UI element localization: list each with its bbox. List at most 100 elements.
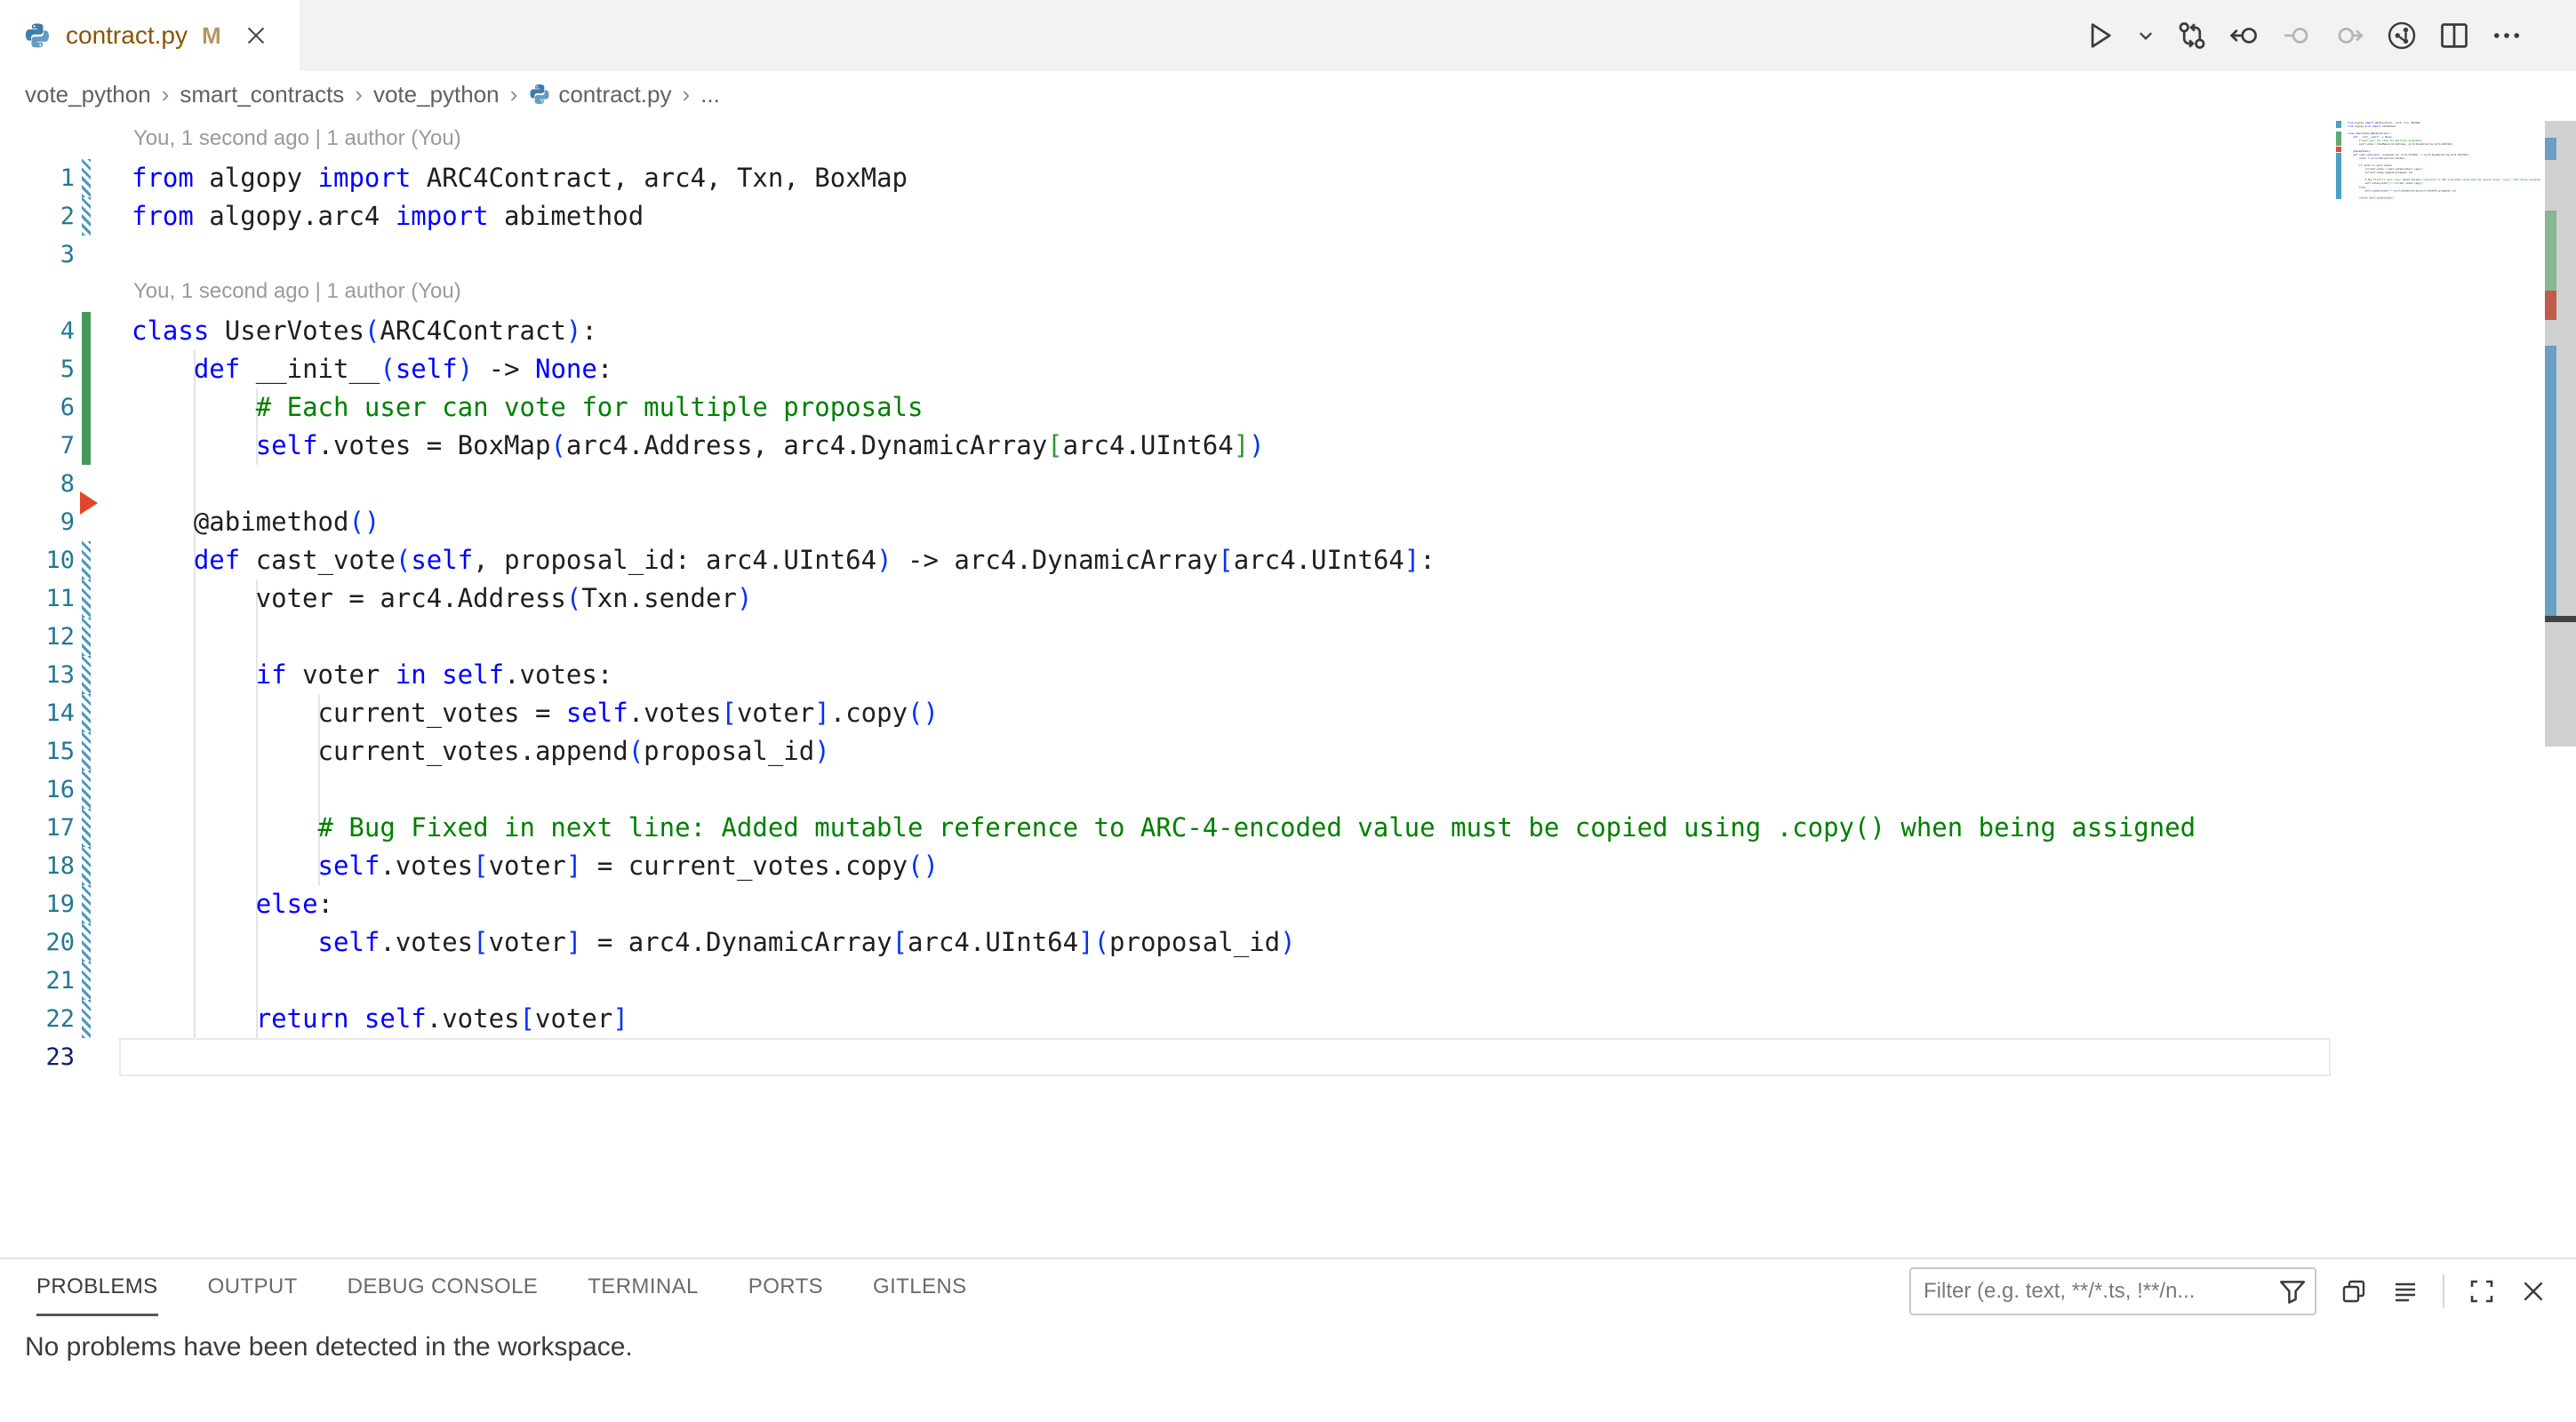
- line-number[interactable]: 3: [0, 236, 75, 274]
- open-changes-with-previous-icon[interactable]: [2228, 20, 2260, 52]
- code-line-4[interactable]: 4class UserVotes(ARC4Contract):: [0, 312, 2336, 350]
- code-line-18[interactable]: 18 self.votes[voter] = current_votes.cop…: [0, 847, 2336, 885]
- line-number[interactable]: 1: [0, 159, 75, 197]
- line-number[interactable]: 17: [0, 809, 75, 847]
- code-line-12[interactable]: 12: [0, 618, 2336, 656]
- code-line-13[interactable]: 13 if voter in self.votes:: [0, 656, 2336, 694]
- show-multiple-views-icon[interactable]: [2340, 1277, 2368, 1306]
- code-line-20[interactable]: 20 self.votes[voter] = arc4.DynamicArray…: [0, 923, 2336, 962]
- code-line-7[interactable]: 7 self.votes = BoxMap(arc4.Address, arc4…: [0, 427, 2336, 465]
- panel-tab-gitlens[interactable]: GITLENS: [873, 1259, 967, 1316]
- line-number[interactable]: 2: [0, 197, 75, 236]
- line-number[interactable]: 6: [0, 388, 75, 427]
- breadcrumb-item-contract-py[interactable]: contract.py: [528, 81, 671, 108]
- commit-graph-icon[interactable]: [2386, 20, 2418, 52]
- minimap-deleted-marker: [2336, 147, 2341, 152]
- breadcrumb-label: vote_python: [373, 81, 500, 108]
- panel-tabs: PROBLEMS OUTPUT DEBUG CONSOLE TERMINAL PORTS…: [36, 1259, 967, 1316]
- gitlens-blame-codelens[interactable]: You, 1 second ago | 1 author (You): [133, 121, 461, 156]
- code-line-3[interactable]: 3: [0, 236, 2336, 274]
- panel-actions: [1909, 1266, 2548, 1316]
- code-editor[interactable]: You, 1 second ago | 1 author (You) 1 from …: [0, 117, 2576, 1258]
- panel-tab-output[interactable]: OUTPUT: [208, 1259, 298, 1316]
- code-lines: You, 1 second ago | 1 author (You) 1 from …: [0, 121, 2336, 1076]
- code-text: else:: [132, 885, 333, 923]
- close-panel-icon[interactable]: [2519, 1277, 2548, 1306]
- line-number[interactable]: 23: [0, 1038, 75, 1076]
- code-line-23[interactable]: 23: [0, 1038, 2336, 1076]
- codelens-row[interactable]: You, 1 second ago | 1 author (You): [0, 274, 2336, 312]
- breadcrumb-item--[interactable]: ...: [700, 81, 720, 108]
- breadcrumb: vote_python›smart_contracts›vote_python›…: [0, 71, 2576, 117]
- code-line-16[interactable]: 16: [0, 771, 2336, 809]
- code-line-14[interactable]: 14 current_votes = self.votes[voter].cop…: [0, 694, 2336, 732]
- code-line-19[interactable]: 19 else:: [0, 885, 2336, 923]
- vscode-window: contract.py M vote_python › smart_contract…: [0, 0, 2576, 1422]
- run-dropdown-icon[interactable]: [2136, 26, 2156, 45]
- overview-modified-marker: [2545, 138, 2556, 160]
- code-line-17[interactable]: 17 # Bug Fixed in next line: Added mutab…: [0, 809, 2336, 847]
- panel-tab-terminal[interactable]: TERMINAL: [588, 1259, 699, 1316]
- code-line-2[interactable]: 2from algopy.arc4 import abimethod: [0, 197, 2336, 236]
- code-line-22[interactable]: 22 return self.votes[voter]: [0, 1000, 2336, 1038]
- run-python-file-icon[interactable]: [2084, 20, 2116, 52]
- line-number[interactable]: 16: [0, 771, 75, 809]
- line-number[interactable]: 14: [0, 694, 75, 732]
- python-file-icon: [23, 21, 52, 50]
- split-editor-icon[interactable]: [2438, 20, 2470, 52]
- breadcrumb-separator: ›: [162, 81, 170, 108]
- gitlens-blame-codelens[interactable]: You, 1 second ago | 1 author (You): [133, 274, 461, 309]
- line-number[interactable]: 10: [0, 541, 75, 579]
- breadcrumb-separator: ›: [682, 81, 690, 108]
- code-text: from algopy import ARC4Contract, arc4, T…: [132, 159, 908, 197]
- code-text: self.votes[voter] = current_votes.copy(): [132, 847, 939, 885]
- git-gutter-modified-marker: [82, 541, 91, 579]
- panel-tab-ports[interactable]: PORTS: [748, 1259, 823, 1316]
- line-number[interactable]: 12: [0, 618, 75, 656]
- tab-contract-py[interactable]: contract.py M: [0, 0, 300, 71]
- more-actions-icon[interactable]: [2491, 20, 2523, 52]
- compare-changes-icon[interactable]: [2176, 20, 2208, 52]
- code-line-5[interactable]: 5 def __init__(self) -> None:: [0, 350, 2336, 388]
- breadcrumb-label: ...: [700, 81, 720, 108]
- filter-input[interactable]: [1909, 1267, 2316, 1315]
- code-line-1[interactable]: 1 from algopy import ARC4Contract, arc4, …: [0, 159, 2336, 197]
- editor-actions: [2084, 0, 2576, 71]
- line-number[interactable]: 8: [0, 465, 75, 503]
- codelens-row[interactable]: You, 1 second ago | 1 author (You): [0, 121, 2336, 159]
- code-line-8[interactable]: 8: [0, 465, 2336, 503]
- view-as-list-icon[interactable]: [2391, 1277, 2420, 1306]
- code-line-10[interactable]: 10 def cast_vote(self, proposal_id: arc4…: [0, 541, 2336, 579]
- line-number[interactable]: 21: [0, 962, 75, 1000]
- line-number[interactable]: 13: [0, 656, 75, 694]
- panel-tab-problems[interactable]: PROBLEMS: [36, 1259, 158, 1316]
- line-number[interactable]: 22: [0, 1000, 75, 1038]
- minimap[interactable]: from algopy import ARC4Contract, arc4, T…: [2336, 121, 2545, 219]
- line-number[interactable]: 11: [0, 579, 75, 618]
- code-text: self.votes = BoxMap(arc4.Address, arc4.D…: [132, 427, 1265, 465]
- code-line-9[interactable]: 9 @abimethod(): [0, 503, 2336, 541]
- line-number[interactable]: 9: [0, 503, 75, 541]
- line-number[interactable]: 4: [0, 312, 75, 350]
- code-line-15[interactable]: 15 current_votes.append(proposal_id): [0, 732, 2336, 771]
- line-number[interactable]: 15: [0, 732, 75, 771]
- line-number[interactable]: 5: [0, 350, 75, 388]
- code-line-6[interactable]: 6 # Each user can vote for multiple prop…: [0, 388, 2336, 427]
- close-icon[interactable]: [241, 20, 271, 51]
- code-text: current_votes = self.votes[voter].copy(): [132, 694, 939, 732]
- line-number[interactable]: 7: [0, 427, 75, 465]
- maximize-panel-icon[interactable]: [2468, 1277, 2496, 1306]
- line-number[interactable]: 20: [0, 923, 75, 962]
- git-gutter-modified-marker: [82, 732, 91, 771]
- code-line-11[interactable]: 11 voter = arc4.Address(Txn.sender): [0, 579, 2336, 618]
- breadcrumb-item-smart-contracts[interactable]: smart_contracts: [180, 81, 344, 108]
- panel-tab-debug-console[interactable]: DEBUG CONSOLE: [348, 1259, 539, 1316]
- line-number[interactable]: 18: [0, 847, 75, 885]
- problems-message: No problems have been detected in the wo…: [25, 1332, 633, 1362]
- editor-scrollbar[interactable]: [2545, 0, 2576, 1258]
- minimap-added-marker: [2336, 132, 2341, 146]
- code-line-21[interactable]: 21: [0, 962, 2336, 1000]
- line-number[interactable]: 19: [0, 885, 75, 923]
- breadcrumb-item-vote-python[interactable]: vote_python: [373, 81, 500, 108]
- breadcrumb-item-vote-python[interactable]: vote_python: [25, 81, 151, 108]
